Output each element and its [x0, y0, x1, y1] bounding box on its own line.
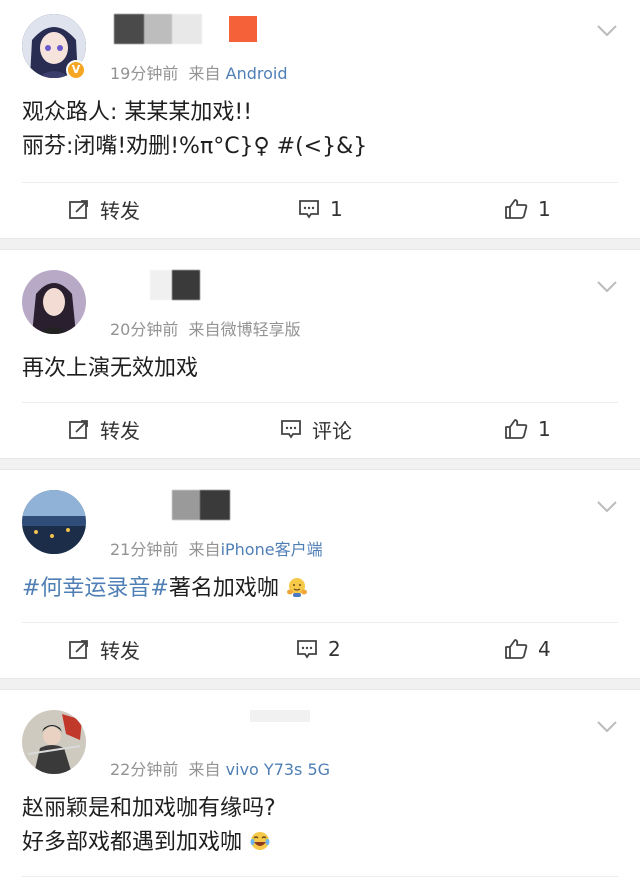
post-3: 21分钟前 来自iPhone客户端 #何幸运录音#著名加戏咖 转发 2 4 [0, 470, 640, 678]
avatar[interactable] [22, 710, 86, 774]
repost-button[interactable]: 转发 [68, 404, 140, 454]
repost-icon [69, 640, 88, 659]
like-icon [505, 199, 528, 219]
verified-badge-icon: V [66, 60, 86, 80]
content-line: #何幸运录音#著名加戏咖 [22, 572, 618, 606]
like-icon [505, 639, 528, 659]
repost-icon [69, 420, 88, 439]
content-line: 观众路人: 某某某加戏!! [22, 100, 253, 125]
post-source[interactable]: iPhone客户端 [221, 540, 323, 559]
post-source[interactable]: Android [226, 64, 288, 83]
username-blurred[interactable] [150, 270, 200, 300]
username-blurred[interactable] [172, 490, 230, 520]
content-text: 好多部戏都遇到加戏咖 [22, 830, 243, 855]
post-time: 19分钟前 [110, 64, 179, 83]
post-time: 20分钟前 [110, 320, 179, 339]
source-prefix: 来自 [188, 760, 221, 779]
username-blurred[interactable] [114, 14, 202, 44]
chevron-down-icon[interactable] [596, 280, 618, 294]
repost-button[interactable]: 转发 [68, 184, 140, 234]
comment-count: 2 [328, 637, 341, 661]
repost-button[interactable]: 转发 [68, 624, 140, 674]
comment-button[interactable]: 2 [296, 624, 341, 674]
post-content: 再次上演无效加戏 [22, 352, 618, 386]
repost-label: 转发 [100, 638, 140, 663]
divider [22, 182, 618, 183]
divider [22, 402, 618, 403]
avatar[interactable] [22, 270, 86, 334]
action-bar: 转发 评论 1 [0, 404, 640, 454]
content-line: 丽芬:闭嘴!劝删!%π°C}♀ #(<}&} [22, 134, 368, 159]
repost-label: 转发 [100, 198, 140, 223]
like-count: 1 [538, 197, 551, 221]
content-text: 著名加戏咖 [168, 576, 279, 601]
chevron-down-icon[interactable] [596, 500, 618, 514]
source-prefix: 来自 [188, 64, 221, 83]
avatar[interactable] [22, 490, 86, 554]
like-icon [505, 419, 528, 439]
comment-icon [281, 420, 301, 439]
repost-icon [69, 200, 88, 219]
like-count: 1 [538, 417, 551, 441]
member-badge [229, 16, 257, 42]
comment-icon [299, 200, 319, 219]
like-count: 4 [538, 637, 551, 661]
content-line: 再次上演无效加戏 [22, 356, 199, 381]
post-1: V 19分钟前 来自 Android 观众路人: 某某某加戏!! 丽芬:闭嘴!劝… [0, 0, 640, 238]
content-line: 好多部戏都遇到加戏咖 [22, 826, 618, 860]
comment-count: 1 [330, 197, 343, 221]
like-button[interactable]: 4 [504, 624, 551, 674]
comment-label: 评论 [312, 418, 352, 443]
source-prefix: 来自 [188, 540, 221, 559]
post-time: 22分钟前 [110, 760, 179, 779]
comment-icon [297, 640, 317, 659]
comment-button[interactable]: 评论 [280, 404, 352, 454]
separator [0, 238, 640, 250]
chevron-down-icon[interactable] [596, 720, 618, 734]
action-bar: 转发 2 4 [0, 624, 640, 674]
action-bar: 转发 1 1 [0, 184, 640, 234]
post-source[interactable]: vivo Y73s 5G [226, 760, 330, 779]
post-2: 20分钟前 来自微博轻享版 再次上演无效加戏 转发 评论 1 [0, 250, 640, 458]
divider [22, 622, 618, 623]
source-prefix: 来自 [188, 320, 221, 339]
chevron-down-icon[interactable] [596, 24, 618, 38]
post-meta: 21分钟前 来自iPhone客户端 [110, 536, 323, 560]
post-content: 赵丽颖是和加戏咖有缘吗? 好多部戏都遇到加戏咖 [22, 792, 618, 860]
post-source[interactable]: 微博轻享版 [221, 320, 301, 339]
like-button[interactable]: 1 [504, 184, 551, 234]
post-meta: 19分钟前 来自 Android [110, 60, 288, 84]
post-content: #何幸运录音#著名加戏咖 [22, 572, 618, 606]
hug-emoji-icon [286, 578, 307, 597]
divider [22, 876, 618, 877]
post-meta: 22分钟前 来自 vivo Y73s 5G [110, 756, 330, 780]
post-4: 22分钟前 来自 vivo Y73s 5G 赵丽颖是和加戏咖有缘吗? 好多部戏都… [0, 690, 640, 889]
content-line: 赵丽颖是和加戏咖有缘吗? [22, 796, 276, 821]
separator [0, 678, 640, 690]
post-time: 21分钟前 [110, 540, 179, 559]
like-button[interactable]: 1 [504, 404, 551, 454]
separator [0, 458, 640, 470]
repost-label: 转发 [100, 418, 140, 443]
comment-button[interactable]: 1 [298, 184, 343, 234]
post-content: 观众路人: 某某某加戏!! 丽芬:闭嘴!劝删!%π°C}♀ #(<}&} [22, 96, 618, 164]
post-meta: 20分钟前 来自微博轻享版 [110, 316, 301, 340]
username-blurred[interactable] [250, 710, 310, 722]
topic-link[interactable]: #何幸运录音# [22, 576, 169, 601]
laugh-cry-emoji-icon [250, 832, 270, 850]
